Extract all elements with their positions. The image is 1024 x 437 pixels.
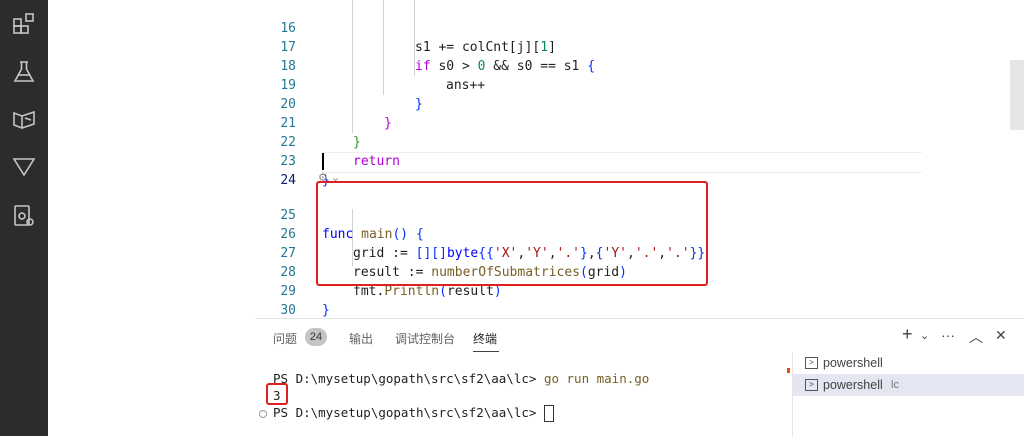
more-actions-button[interactable]: ··· — [941, 327, 955, 343]
remote-icon[interactable] — [11, 107, 37, 133]
highlight-box — [316, 181, 708, 286]
editor-scrollbar[interactable] — [1010, 60, 1024, 130]
terminal-decoration-icon — [259, 410, 267, 418]
terminal-line[interactable]: PS D:\mysetup\gopath\src\sf2\aa\lc> — [273, 405, 554, 422]
flask-icon[interactable] — [11, 59, 37, 85]
code-line-24: 24 — [48, 152, 968, 188]
terminal-list: > powershell > powershell lc — [792, 352, 1024, 437]
terminal-list-item[interactable]: > powershell lc — [793, 374, 1024, 396]
add-terminal-button[interactable]: + — [902, 324, 913, 345]
tab-debug-console[interactable]: 调试控制台 — [395, 330, 455, 347]
terminal-icon: > — [805, 379, 818, 391]
active-tab-indicator — [473, 351, 499, 352]
problems-count-badge: 24 — [305, 328, 327, 346]
code-line-17: 17 if s0 > 0 && s0 == s1 { — [48, 19, 968, 74]
terminal-scroll-marker — [787, 368, 790, 373]
source-control-icon[interactable] — [11, 154, 37, 180]
tab-output[interactable]: 输出 — [349, 330, 373, 347]
extensions-icon[interactable] — [11, 11, 37, 37]
terminal-cursor — [543, 405, 554, 422]
close-panel-button[interactable]: ✕ — [995, 327, 1007, 344]
code-line-22: 22 return — [48, 114, 968, 169]
maximize-panel-button[interactable]: ︿ — [969, 327, 983, 347]
chevron-down-icon[interactable]: ⌄ — [920, 329, 929, 342]
bottom-panel: 问题 24 输出 调试控制台 终端 + ⌄ ··· ︿ ✕ PS D:\myse… — [255, 318, 1024, 437]
tab-problems[interactable]: 问题 — [273, 330, 297, 347]
code-editor[interactable]: 16 s1 += colCnt[j][1] 17 if s0 > 0 && s0… — [48, 0, 1024, 318]
run-debug-icon[interactable] — [11, 203, 37, 229]
code-line-19: 19 } — [48, 57, 968, 112]
code-line-23: 23 } — [48, 133, 968, 188]
output-highlight-box — [266, 383, 288, 405]
terminal-icon: > — [805, 357, 818, 369]
terminal-command: go run main.go — [543, 371, 650, 386]
terminal-line: PS D:\mysetup\gopath\src\sf2\aa\lc> go r… — [273, 371, 649, 386]
code-line-16: 16 s1 += colCnt[j][1] — [48, 0, 968, 55]
text-cursor — [322, 153, 324, 170]
code-line-21: 21 } — [48, 95, 968, 150]
code-line-18: 18 ans++ — [48, 38, 968, 93]
code-line-20: 20 } — [48, 76, 968, 131]
terminal-cwd: lc — [891, 379, 899, 391]
terminal-prompt: PS D:\mysetup\gopath\src\sf2\aa\lc> — [273, 405, 544, 420]
terminal-list-item[interactable]: > powershell — [793, 352, 1024, 374]
terminal-name: powershell — [823, 356, 883, 370]
activity-bar — [0, 0, 48, 436]
tab-terminal[interactable]: 终端 — [473, 330, 497, 347]
terminal-prompt: PS D:\mysetup\gopath\src\sf2\aa\lc> — [273, 371, 544, 386]
terminal-name: powershell — [823, 378, 883, 392]
